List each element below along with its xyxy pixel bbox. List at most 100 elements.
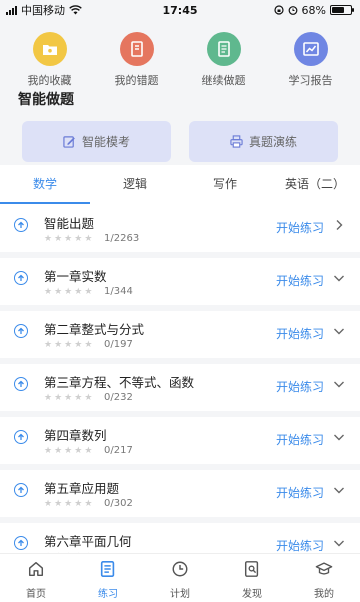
star-icon: ★ [54, 499, 63, 509]
notebook-icon [119, 32, 154, 66]
printer-icon [230, 135, 243, 148]
start-practice-button[interactable]: 开始练习 [276, 272, 324, 289]
row-arrow[interactable] [332, 218, 346, 232]
star-icon: ★ [84, 499, 93, 509]
star-icon: ★ [74, 287, 83, 297]
row-arrow[interactable] [332, 483, 346, 497]
expand-toggle-icon[interactable] [14, 483, 28, 497]
difficulty-stars: ★★★★★ [44, 340, 92, 350]
practice-title: 第六章平面几何 [44, 534, 132, 549]
star-icon: ★ [64, 499, 73, 509]
star-icon: ★ [54, 287, 63, 297]
quick-action-4[interactable]: 学习报告 [271, 32, 351, 89]
practice-row[interactable]: 第一章实数 ★ ★ ★ ★ ★ 1/344 开始练习 [0, 252, 360, 305]
quick-action-2[interactable]: 我的错题 [97, 32, 177, 89]
start-practice-button[interactable]: 开始练习 [276, 325, 324, 342]
nav-item-4[interactable]: 发现 [216, 554, 288, 602]
discover-icon [243, 560, 261, 582]
quick-action-label: 学习报告 [288, 74, 333, 87]
chevron-down-icon [334, 540, 344, 547]
star-icon: ★ [64, 340, 73, 350]
star-icon: ★ [44, 340, 53, 350]
report-icon [293, 32, 328, 66]
practice-title: 第四章数列 [44, 428, 107, 443]
quick-action-1[interactable]: 我的收藏 [10, 32, 90, 89]
nav-item-1[interactable]: 首页 [0, 554, 72, 602]
tab-3[interactable]: 写作 [180, 165, 270, 205]
expand-toggle-icon[interactable] [14, 430, 28, 444]
document-icon [206, 32, 241, 66]
tab-2[interactable]: 逻辑 [90, 165, 180, 205]
nav-item-2[interactable]: 练习 [72, 554, 144, 602]
star-icon: ★ [74, 234, 83, 244]
practice-progress: 0/217 [104, 445, 133, 456]
star-icon: ★ [84, 287, 93, 297]
practice-row[interactable]: 第四章数列 ★ ★ ★ ★ ★ 0/217 开始练习 [0, 411, 360, 464]
folder-icon [32, 32, 67, 66]
chevron-down-icon [334, 487, 344, 494]
star-icon: ★ [44, 234, 53, 244]
start-practice-button[interactable]: 开始练习 [276, 378, 324, 395]
expand-toggle-icon[interactable] [14, 536, 28, 550]
start-practice-button[interactable]: 开始练习 [276, 431, 324, 448]
nav-label: 练习 [98, 589, 118, 600]
quick-action-label: 继续做题 [201, 74, 246, 87]
alarm-icon [288, 6, 297, 15]
difficulty-stars: ★★★★★ [44, 499, 92, 509]
past-exam-practice-label: 真题演练 [248, 135, 297, 149]
star-icon: ★ [74, 446, 83, 456]
nav-label: 发现 [242, 589, 262, 600]
row-arrow[interactable] [332, 324, 346, 338]
start-practice-button[interactable]: 开始练习 [276, 484, 324, 501]
practice-progress: 0/197 [104, 339, 133, 350]
practice-row[interactable]: 智能出题 ★ ★ ★ ★ ★ 1/2263 开始练习 [0, 205, 360, 252]
status-time: 17:45 [162, 3, 198, 17]
practice-progress: 0/302 [104, 498, 133, 509]
star-icon: ★ [44, 499, 53, 509]
practice-row[interactable]: 第二章整式与分式 ★ ★ ★ ★ ★ 0/197 开始练习 [0, 305, 360, 358]
start-practice-button[interactable]: 开始练习 [276, 219, 324, 236]
smart-mock-exam-button[interactable]: 智能模考 [22, 121, 171, 162]
row-arrow[interactable] [332, 377, 346, 391]
quick-action-3[interactable]: 继续做题 [184, 32, 264, 89]
smart-mock-exam-label: 智能模考 [81, 135, 130, 149]
star-icon: ★ [54, 340, 63, 350]
practice-title: 第二章整式与分式 [44, 322, 145, 337]
practice-icon [99, 560, 117, 582]
practice-row[interactable]: 第五章应用题 ★ ★ ★ ★ ★ 0/302 开始练习 [0, 464, 360, 517]
star-icon: ★ [44, 446, 53, 456]
difficulty-stars: ★★★★★ [44, 234, 92, 244]
expand-toggle-icon[interactable] [14, 271, 28, 285]
star-icon: ★ [64, 393, 73, 403]
nav-item-3[interactable]: 计划 [144, 554, 216, 602]
start-practice-button[interactable]: 开始练习 [276, 537, 324, 554]
mode-buttons: 智能模考 真题演练 [0, 111, 360, 164]
row-arrow[interactable] [332, 430, 346, 444]
practice-progress: 0/232 [104, 392, 133, 403]
expand-toggle-icon[interactable] [14, 377, 28, 391]
difficulty-stars: ★★★★★ [44, 287, 92, 297]
star-icon: ★ [44, 393, 53, 403]
tab-4[interactable]: 英语（二） [270, 165, 360, 205]
practice-progress: 1/344 [104, 286, 133, 297]
nav-item-5[interactable]: 我的 [288, 554, 360, 602]
past-exam-practice-button[interactable]: 真题演练 [189, 121, 338, 162]
row-arrow[interactable] [332, 271, 346, 285]
row-arrow[interactable] [332, 536, 346, 550]
wifi-icon [69, 5, 82, 15]
expand-toggle-icon[interactable] [14, 218, 28, 232]
star-icon: ★ [64, 287, 73, 297]
chevron-down-icon [334, 381, 344, 388]
practice-row[interactable]: 第三章方程、不等式、函数 ★ ★ ★ ★ ★ 0/232 开始练习 [0, 358, 360, 411]
status-bar: 中国移动 17:45 68% [0, 0, 360, 20]
expand-toggle-icon[interactable] [14, 324, 28, 338]
profile-icon [315, 560, 333, 582]
practice-title: 第五章应用题 [44, 481, 120, 496]
battery-percent: 68% [301, 3, 326, 17]
practice-title: 第一章实数 [44, 269, 107, 284]
difficulty-stars: ★★★★★ [44, 446, 92, 456]
nav-label: 我的 [314, 589, 334, 600]
chevron-down-icon [334, 328, 344, 335]
edit-icon [63, 136, 75, 148]
tab-1[interactable]: 数学 [0, 165, 90, 205]
